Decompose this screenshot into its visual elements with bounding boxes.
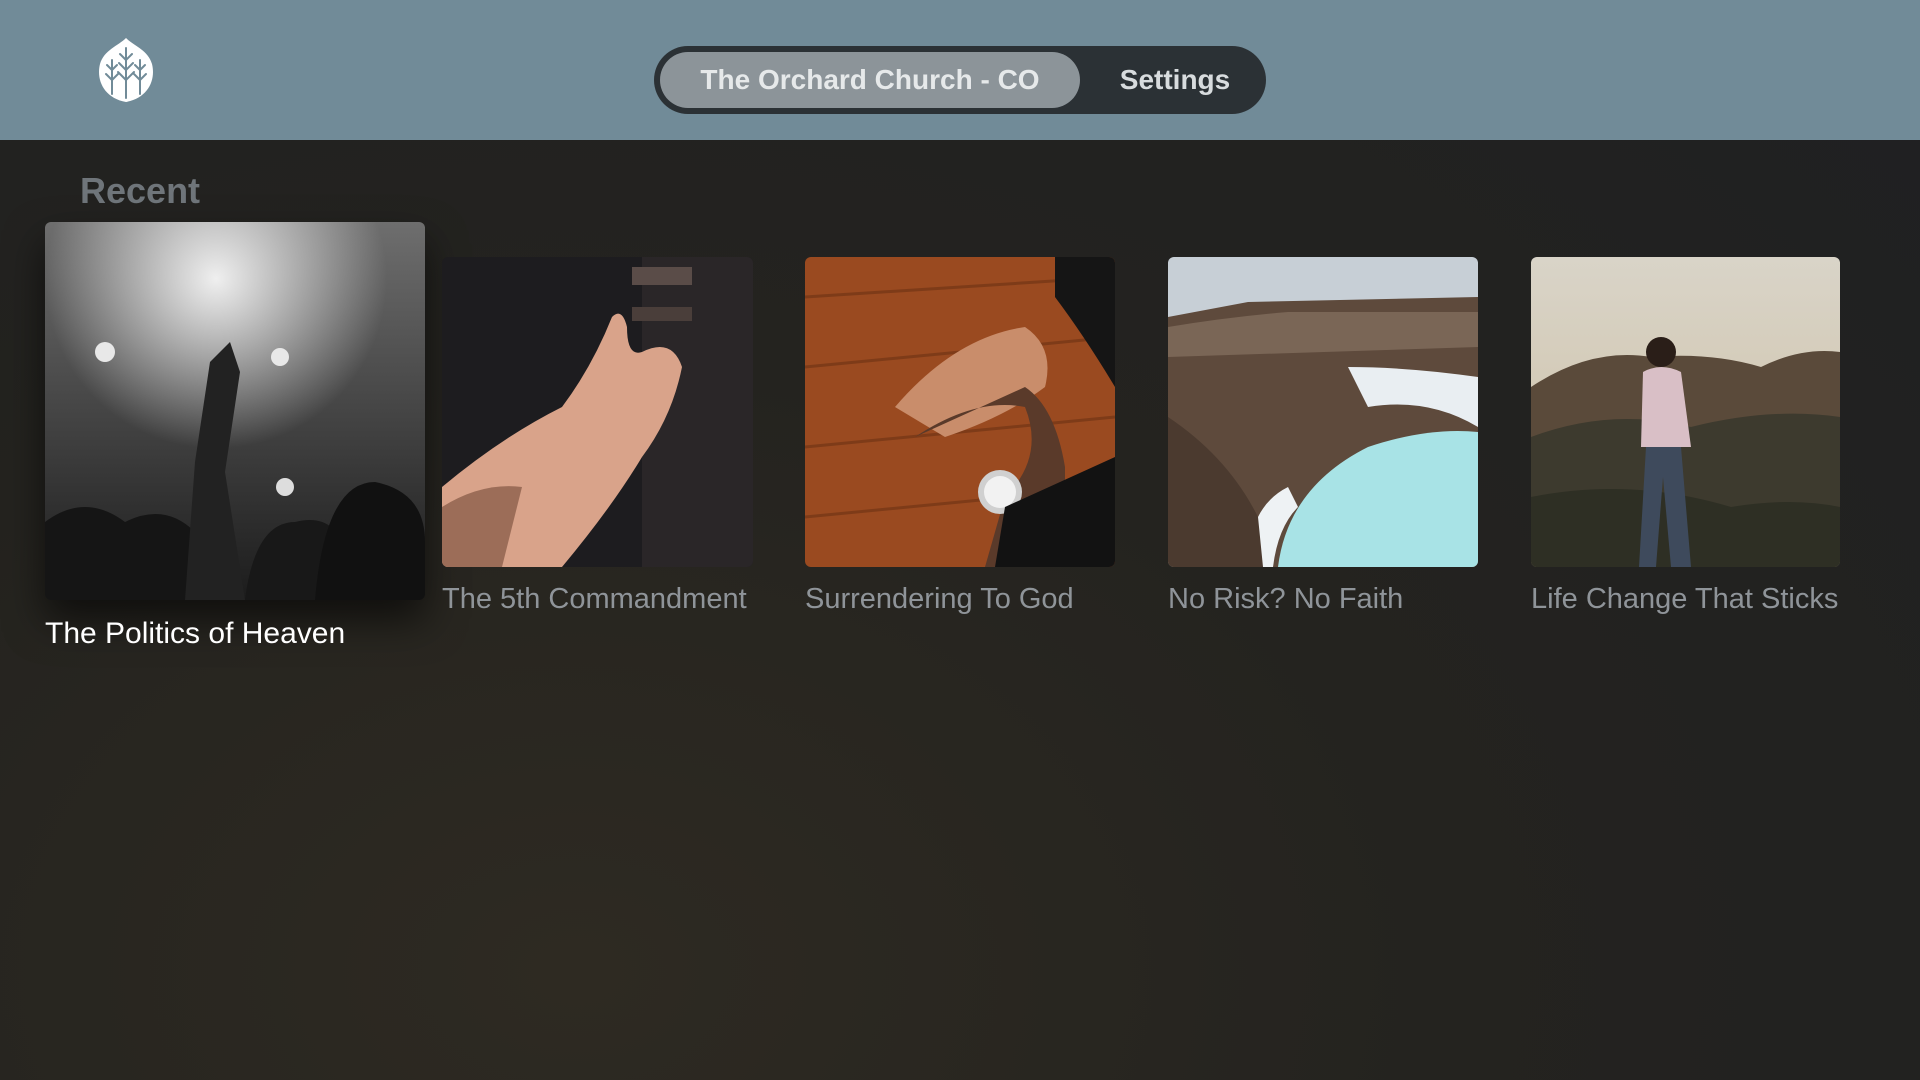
section-title-recent: Recent: [80, 170, 201, 211]
media-card[interactable]: No Risk? No Faith: [1168, 257, 1478, 627]
card-thumbnail: [45, 222, 425, 600]
media-card[interactable]: Life Change That Sticks: [1531, 257, 1840, 627]
section-segmented-control: The Orchard Church - CO Settings: [654, 46, 1266, 114]
top-bar: The Orchard Church - CO Settings: [0, 0, 1920, 140]
card-title: Life Change That Sticks: [1531, 583, 1839, 615]
tab-settings[interactable]: Settings: [1090, 52, 1260, 108]
card-thumbnail: [1531, 257, 1840, 567]
media-card[interactable]: The 5th Commandment: [442, 257, 753, 627]
card-title: The 5th Commandment: [442, 583, 747, 615]
card-thumbnail: [1168, 257, 1478, 567]
media-card[interactable]: The Politics of Heaven: [45, 222, 425, 662]
media-card[interactable]: Surrendering To God: [805, 257, 1115, 627]
tab-orchard-church[interactable]: The Orchard Church - CO: [660, 52, 1080, 108]
card-title: The Politics of Heaven: [45, 617, 346, 650]
card-thumbnail: [442, 257, 753, 567]
orchard-logo-icon: [90, 34, 162, 106]
card-thumbnail: [805, 257, 1115, 567]
card-title: Surrendering To God: [805, 583, 1074, 615]
card-title: No Risk? No Faith: [1168, 583, 1404, 615]
